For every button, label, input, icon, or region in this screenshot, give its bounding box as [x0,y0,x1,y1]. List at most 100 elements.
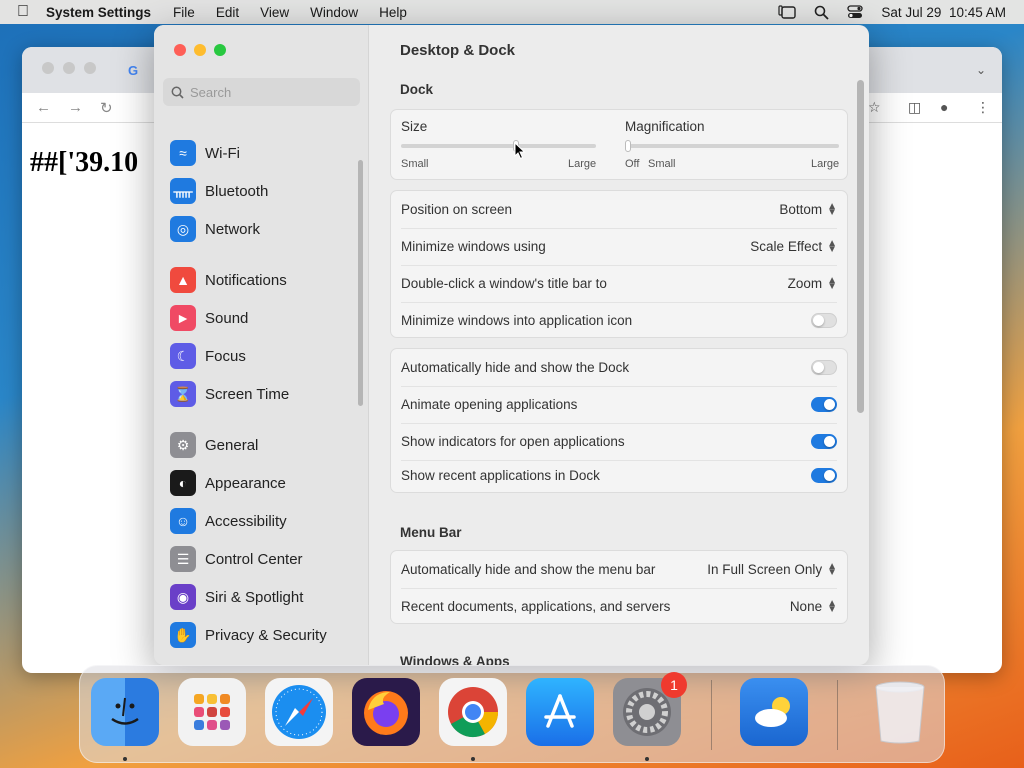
finder-icon [111,697,139,725]
magnification-max-label: Large [811,158,840,170]
sidebar-item-network[interactable]: ◎ Network [170,216,260,242]
profile-icon[interactable]: ● [940,99,948,115]
dock-app-finder[interactable] [91,678,159,746]
sidebar-item-label: Siri & Spotlight [205,588,304,606]
menu-window[interactable]: Window [310,5,358,20]
sidebar-item-label: Screen Time [205,385,290,403]
sidebar-item-label: Focus [205,347,246,365]
dock-separator [711,680,712,750]
sidebar-item-siri-spotlight[interactable]: ◉ Siri & Spotlight [170,584,303,610]
sidebar-item-notifications[interactable]: ▲ Notifications [170,267,287,293]
double-click-value: Zoom [787,276,823,291]
menu-help[interactable]: Help [379,5,407,20]
sidebar-item-screen-time[interactable]: ⌛ Screen Time [170,381,289,407]
recent-items-label: Recent documents, applications, and serv… [401,599,671,614]
more-menu-icon[interactable]: ⋮ [976,99,990,116]
dock-app-firefox[interactable] [352,678,420,746]
menu-edit[interactable]: Edit [216,5,239,20]
settings-sidebar: ≈ Wi-Fi ᚅ Bluetooth ◎ Network ▲ Notifications ► S… [154,25,369,665]
zoom-button[interactable] [214,44,226,56]
dock-app-trash[interactable] [866,678,934,746]
double-click-row: Double-click a window's title bar to Zoo… [401,265,837,302]
sidebar-item-sound[interactable]: ► Sound [170,305,248,331]
dock-app-chrome[interactable] [439,678,507,746]
hourglass-icon: ⌛ [170,381,196,407]
menu-datetime[interactable]: Sat Jul 29 10:45 AM [881,5,1006,20]
forward-arrow-icon[interactable]: → [68,99,83,116]
autohide-menubar-label: Automatically hide and show the menu bar [401,562,656,577]
sidebar-item-accessibility[interactable]: ☺ Accessibility [170,508,287,534]
updown-chevron-icon: ▲ ▼ [827,274,837,292]
content-scrollbar[interactable] [857,80,864,413]
sidebar-item-label: Privacy & Security [205,626,327,644]
chevron-down-icon[interactable]: ⌄ [976,63,986,77]
double-click-popup[interactable]: Zoom ▲ ▼ [787,274,837,292]
sidebar-item-appearance[interactable]: ◐ Appearance [170,470,286,496]
sidebar-scrollbar[interactable] [358,160,363,406]
magnification-off-label: Off [625,158,640,170]
minimize-effect-popup[interactable]: Scale Effect ▲ ▼ [750,238,837,254]
minimize-button[interactable] [194,44,206,56]
dock-app-weather[interactable] [740,678,808,746]
menu-view[interactable]: View [260,5,289,20]
sidebar-item-wi-fi[interactable]: ≈ Wi-Fi [170,140,240,166]
minimize-into-icon-toggle[interactable] [811,313,837,328]
updown-chevron-icon: ▲ ▼ [827,200,837,218]
recent-items-value: None [789,599,823,614]
back-arrow-icon[interactable]: ← [36,99,51,116]
size-min-label: Small [401,158,429,170]
magnification-label: Magnification [625,119,705,134]
sidebar-item-label: Sound [205,309,249,327]
autohide-dock-toggle[interactable] [811,360,837,375]
animate-apps-toggle[interactable] [811,397,837,412]
magnification-slider[interactable] [625,144,839,148]
sidebar-item-label: Control Center [205,550,303,568]
search-input[interactable] [190,84,350,100]
dock-app-system-settings[interactable]: 1 [613,672,687,746]
launchpad-grid-icon [194,694,230,730]
close-button[interactable] [174,44,186,56]
spotlight-search-icon[interactable] [814,5,830,20]
sidebar-search [163,78,360,106]
bell-icon: ▲ [170,267,196,293]
sidebar-item-privacy-security[interactable]: ✋ Privacy & Security [170,622,327,648]
weather-cloud-sun-icon [755,697,790,727]
menu-app-name[interactable]: System Settings [46,5,151,20]
show-recent-label: Show recent applications in Dock [401,468,600,483]
magnification-slider-thumb[interactable] [625,140,631,152]
autohide-dock-label: Automatically hide and show the Dock [401,360,630,375]
autohide-menubar-popup[interactable]: In Full Screen Only ▲ ▼ [707,561,837,577]
sidebar-item-label: Notifications [205,271,287,289]
bookmark-star-icon[interactable]: ☆ [868,99,881,116]
show-recent-toggle[interactable] [811,468,837,483]
browser-traffic-lights[interactable] [42,62,96,74]
dock-app-app-store[interactable] [526,678,594,746]
sidebar-item-label: Network [205,220,261,238]
page-title: Desktop & Dock [400,42,516,59]
sidebar-item-general[interactable]: ⚙ General [170,432,258,458]
google-tab-icon[interactable]: G [128,63,138,78]
stage-manager-icon[interactable] [778,5,797,19]
sidebar-item-control-center[interactable]: ☰ Control Center [170,546,303,572]
system-settings-window: ≈ Wi-Fi ᚅ Bluetooth ◎ Network ▲ Notifications ► S… [154,25,869,665]
trash-icon [875,681,925,744]
menu-file[interactable]: File [173,5,195,20]
size-label: Size [401,119,428,134]
size-slider[interactable] [401,144,596,148]
dock-app-launchpad[interactable] [178,678,246,746]
sidebar-item-focus[interactable]: ☾ Focus [170,343,246,369]
dock-sliders-card: Size Small Large Magnification Off Small… [390,109,848,180]
sidebar-item-bluetooth[interactable]: ᚅ Bluetooth [170,178,268,204]
reload-icon[interactable]: ↻ [100,99,113,117]
position-popup[interactable]: Bottom ▲ ▼ [779,200,837,218]
show-indicators-toggle[interactable] [811,434,837,449]
app-store-icon [544,694,576,728]
side-panel-icon[interactable]: ◫ [908,99,921,116]
recent-items-popup[interactable]: None ▲ ▼ [789,598,837,614]
apple-menu-icon[interactable]:  [0,3,46,21]
animate-apps-row: Animate opening applications [401,386,837,423]
dock-app-safari[interactable] [265,678,333,746]
running-indicator [123,757,127,761]
control-center-menu-icon[interactable] [847,5,864,19]
hand-icon: ✋ [170,622,196,648]
